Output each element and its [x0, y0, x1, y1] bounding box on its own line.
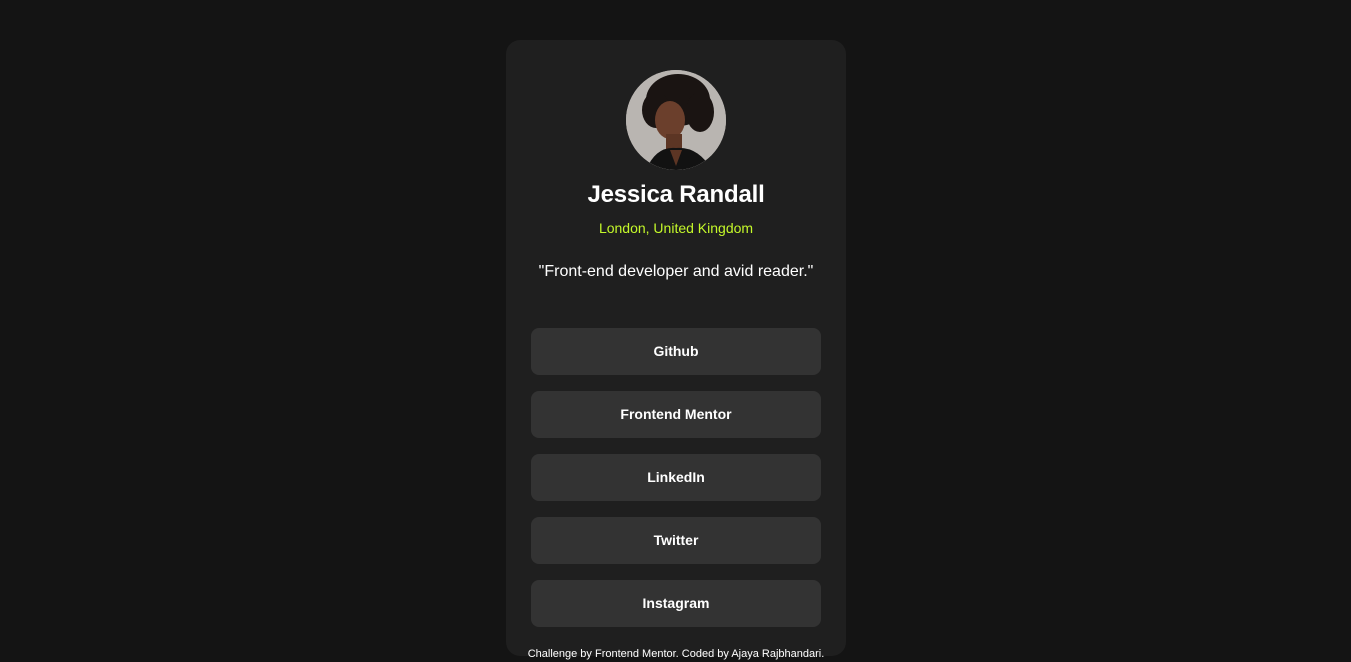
avatar	[626, 70, 726, 170]
github-link-button[interactable]: Github	[531, 328, 821, 375]
linkedin-link-button[interactable]: LinkedIn	[531, 454, 821, 501]
twitter-link-button[interactable]: Twitter	[531, 517, 821, 564]
profile-bio: "Front-end developer and avid reader."	[538, 263, 814, 280]
profile-card: Jessica Randall London, United Kingdom "…	[506, 40, 846, 656]
profile-name: Jessica Randall	[587, 181, 765, 208]
attribution-text: Challenge by Frontend Mentor. Coded by A…	[527, 648, 825, 660]
instagram-link-button[interactable]: Instagram	[531, 580, 821, 627]
profile-photo-icon	[626, 70, 726, 170]
profile-location: London, United Kingdom	[598, 220, 754, 236]
frontend-mentor-link-button[interactable]: Frontend Mentor	[531, 391, 821, 438]
social-links: Github Frontend Mentor LinkedIn Twitter …	[531, 328, 821, 643]
